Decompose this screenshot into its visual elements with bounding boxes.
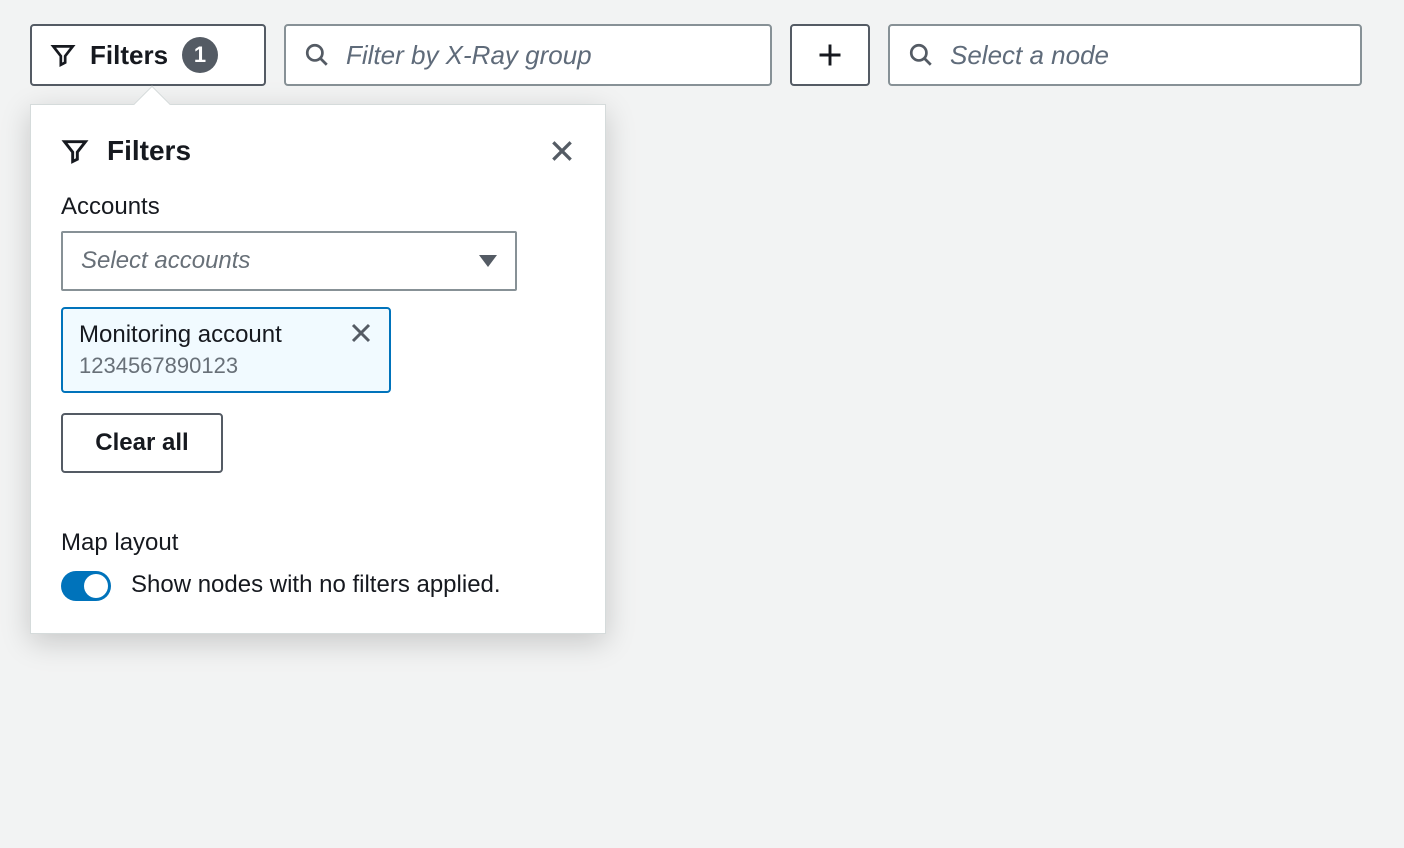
select-placeholder: Select accounts bbox=[81, 247, 250, 275]
toggle-description: Show nodes with no filters applied. bbox=[131, 567, 501, 603]
edge-label: Ok 100% 1.00 t/min bbox=[784, 558, 904, 622]
xray-group-filter-input[interactable]: Filter by X-Ray group bbox=[284, 24, 772, 86]
add-button[interactable] bbox=[790, 24, 870, 86]
filters-popover: Filters Accounts Select accounts Monitor… bbox=[30, 104, 606, 634]
popover-title: Filters bbox=[107, 135, 191, 167]
clear-label: Clear all bbox=[95, 429, 188, 457]
token-name: Monitoring account bbox=[79, 321, 282, 349]
node-circle bbox=[982, 456, 1222, 696]
plus-icon bbox=[816, 41, 844, 69]
lambda-icon bbox=[1047, 517, 1157, 635]
status-ring-icon bbox=[1012, 719, 1030, 737]
search-icon bbox=[304, 42, 330, 68]
token-id: 1234567890123 bbox=[79, 353, 282, 379]
token-remove-icon[interactable] bbox=[349, 321, 373, 345]
filters-count-badge: 1 bbox=[182, 37, 218, 73]
show-nodes-toggle[interactable] bbox=[61, 571, 111, 601]
accounts-select[interactable]: Select accounts bbox=[61, 231, 517, 291]
filter-icon bbox=[61, 137, 89, 165]
placeholder-text: Select a node bbox=[950, 40, 1109, 71]
map-layout-label: Map layout bbox=[61, 529, 575, 557]
edge-arrow bbox=[700, 576, 990, 604]
search-icon bbox=[908, 42, 934, 68]
node-name: TestLambda bbox=[1012, 712, 1191, 743]
clear-all-button[interactable]: Clear all bbox=[61, 413, 223, 473]
node-type: Lambda Function bbox=[972, 751, 1232, 782]
select-node-input[interactable]: Select a node bbox=[888, 24, 1362, 86]
placeholder-text: Filter by X-Ray group bbox=[346, 40, 592, 71]
node-name: ambda bbox=[420, 698, 800, 730]
filters-button[interactable]: Filters 1 bbox=[30, 24, 266, 86]
alert-icon bbox=[1150, 454, 1186, 491]
node-type: Lambda Context bbox=[420, 740, 800, 771]
edge-stat-ok: Ok 100% bbox=[800, 566, 888, 590]
caret-down-icon bbox=[479, 255, 497, 267]
popover-arrow bbox=[134, 86, 171, 123]
node-testlambda[interactable]: TestLambda Lambda Function bbox=[972, 456, 1232, 782]
filters-label: Filters bbox=[90, 40, 168, 71]
filter-icon bbox=[50, 42, 76, 68]
edge-stat-rate: 1.00 t/min bbox=[800, 590, 888, 614]
account-token: Monitoring account 1234567890123 bbox=[61, 307, 391, 393]
accounts-label: Accounts bbox=[61, 193, 575, 221]
toggle-knob bbox=[84, 574, 108, 598]
toolbar: Filters 1 Filter by X-Ray group Select a… bbox=[0, 0, 1404, 86]
close-icon[interactable] bbox=[549, 138, 575, 164]
